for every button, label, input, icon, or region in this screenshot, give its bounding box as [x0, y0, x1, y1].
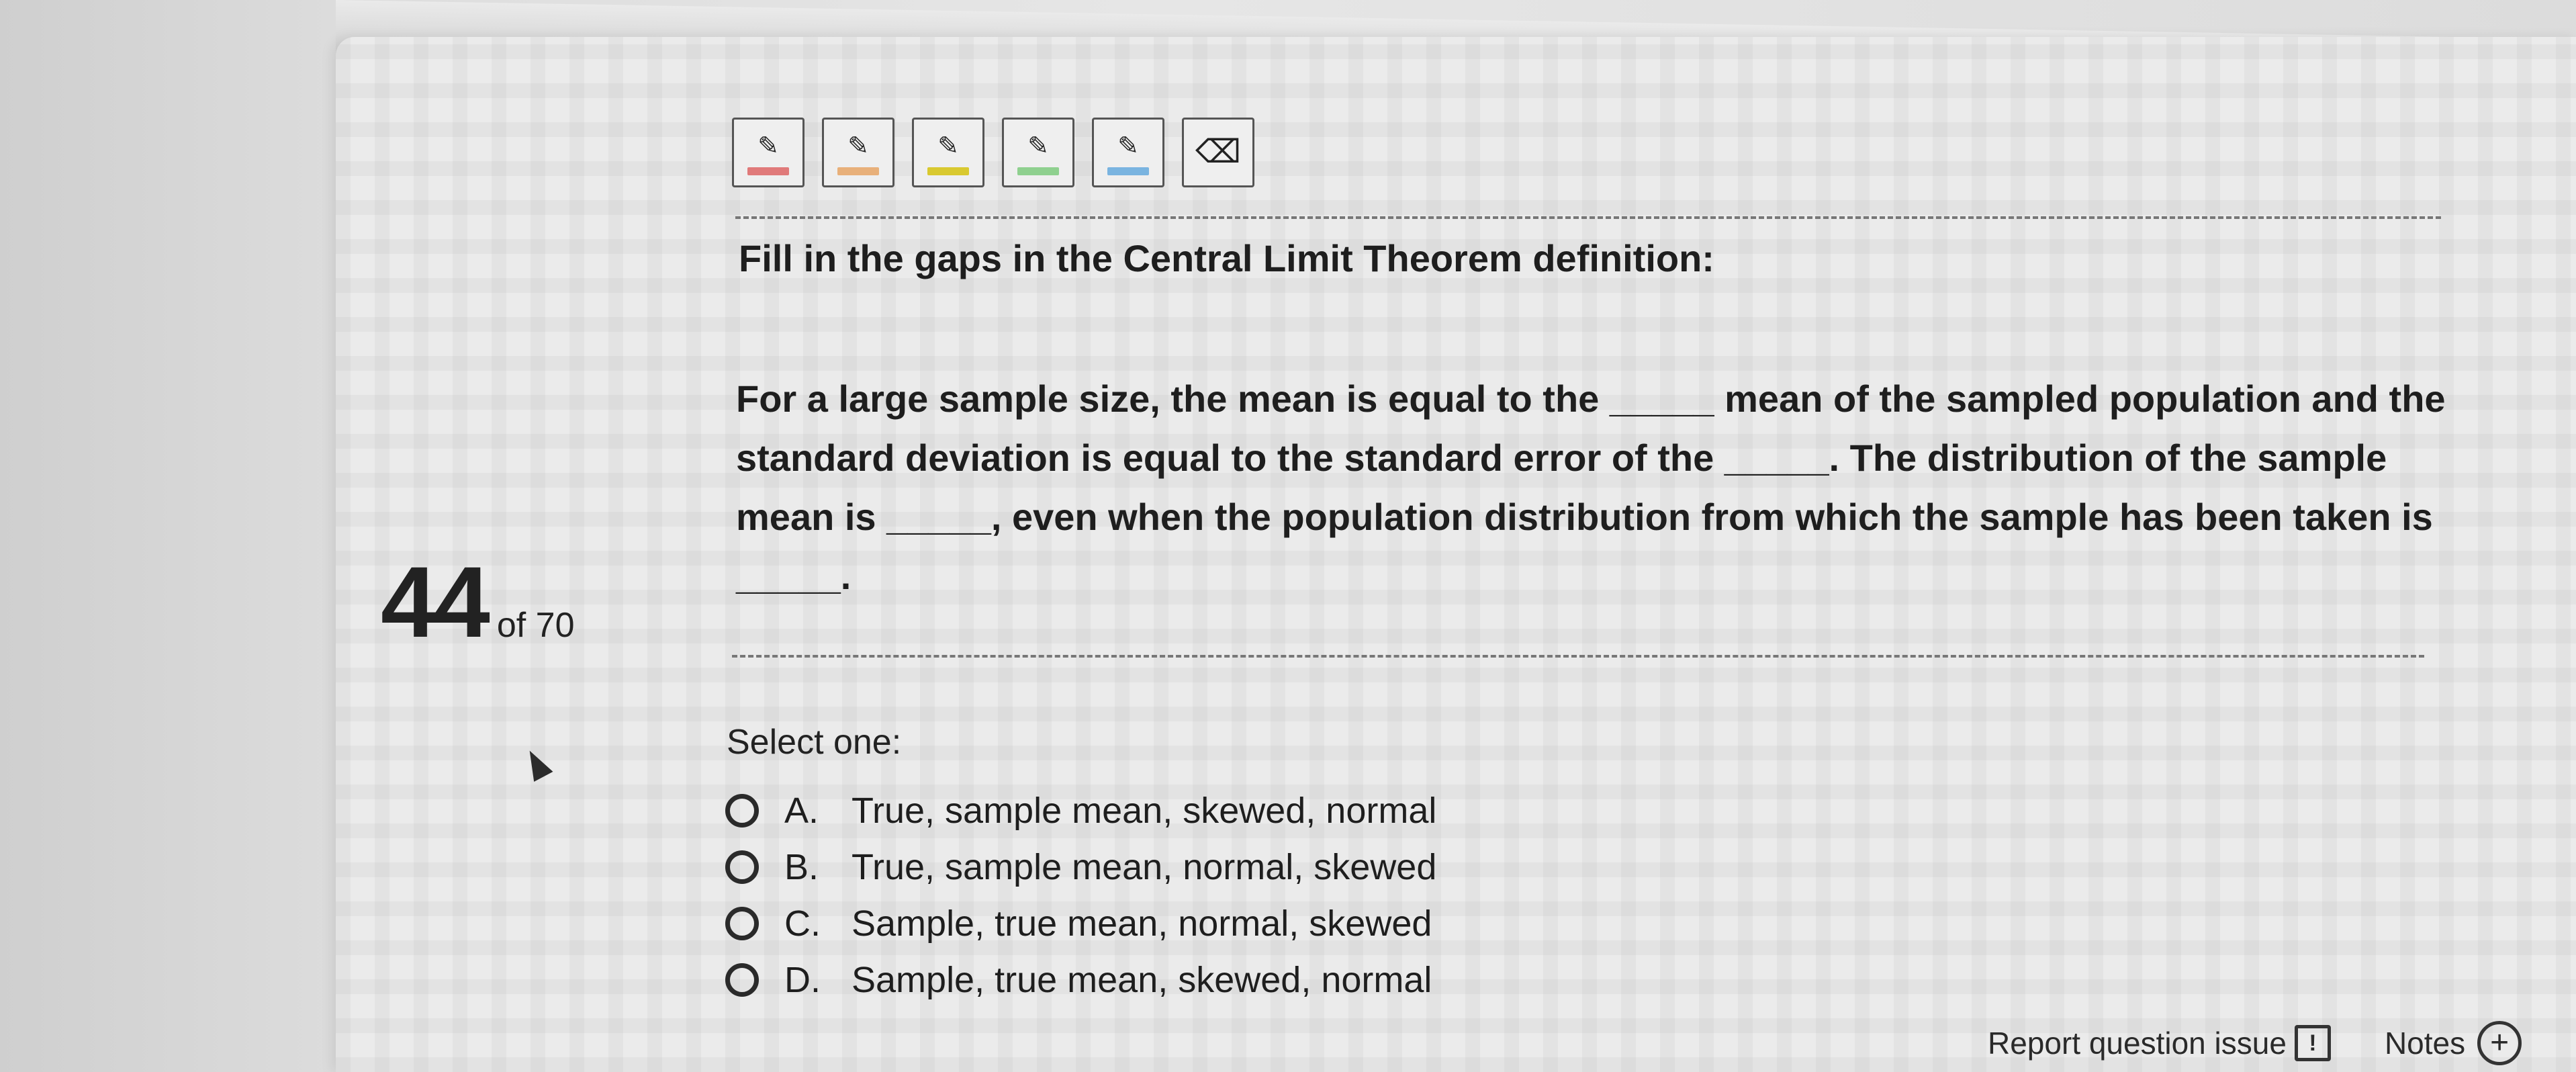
eraser-icon: ⌫ [1195, 134, 1241, 170]
green-swatch [1017, 167, 1059, 175]
yellow-highlighter-button[interactable]: ✎ [912, 118, 984, 187]
question-prompt: Fill in the gaps in the Central Limit Th… [739, 237, 1714, 279]
option-letter: B. [784, 847, 819, 887]
blue-highlighter-button[interactable]: ✎ [1092, 118, 1164, 187]
option-letter: D. [784, 960, 821, 1000]
highlighter-toolbar: ✎ ✎ ✎ ✎ ✎ ⌫ [732, 118, 1254, 187]
answer-options: A. True, sample mean, skewed, normal B. … [725, 783, 1436, 1008]
divider-bottom [732, 655, 2424, 658]
option-text: True, sample mean, skewed, normal [852, 791, 1437, 831]
yellow-swatch [927, 167, 969, 175]
notes-link[interactable]: Notes [2385, 1025, 2465, 1061]
option-c[interactable]: C. Sample, true mean, normal, skewed [725, 895, 1436, 952]
question-number: 44 [381, 545, 490, 658]
footer-bar: Report question issue ! Notes + [1988, 1021, 2522, 1065]
option-b[interactable]: B. True, sample mean, normal, skewed [725, 839, 1436, 895]
pencil-icon: ✎ [937, 132, 959, 161]
orange-swatch [837, 167, 879, 175]
pencil-icon: ✎ [757, 132, 779, 161]
orange-highlighter-button[interactable]: ✎ [822, 118, 894, 187]
option-text: True, sample mean, normal, skewed [852, 847, 1437, 887]
report-icon[interactable]: ! [2294, 1025, 2331, 1061]
add-note-icon[interactable]: + [2477, 1021, 2522, 1065]
pencil-icon: ✎ [1027, 132, 1049, 161]
select-one-label: Select one: [727, 723, 902, 762]
red-highlighter-button[interactable]: ✎ [732, 118, 804, 187]
radio-button[interactable] [725, 907, 759, 940]
eraser-button[interactable]: ⌫ [1182, 118, 1254, 187]
radio-button[interactable] [725, 963, 759, 997]
option-letter: C. [784, 903, 821, 944]
option-a[interactable]: A. True, sample mean, skewed, normal [725, 783, 1436, 839]
pencil-icon: ✎ [1117, 132, 1139, 161]
pencil-icon: ✎ [847, 132, 869, 161]
green-highlighter-button[interactable]: ✎ [1002, 118, 1074, 187]
option-letter: A. [784, 791, 819, 831]
option-text: Sample, true mean, skewed, normal [852, 960, 1432, 1000]
divider-top [735, 216, 2441, 219]
radio-button[interactable] [725, 794, 759, 828]
option-d[interactable]: D. Sample, true mean, skewed, normal [725, 952, 1436, 1008]
question-counter: 44 of 70 [381, 544, 575, 660]
radio-button[interactable] [725, 850, 759, 884]
question-body: For a large sample size, the mean is equ… [736, 377, 2446, 597]
option-text: Sample, true mean, normal, skewed [852, 903, 1432, 944]
blue-swatch [1107, 167, 1149, 175]
red-swatch [747, 167, 789, 175]
question-total: of 70 [496, 606, 575, 645]
report-question-issue-link[interactable]: Report question issue [1988, 1025, 2287, 1061]
